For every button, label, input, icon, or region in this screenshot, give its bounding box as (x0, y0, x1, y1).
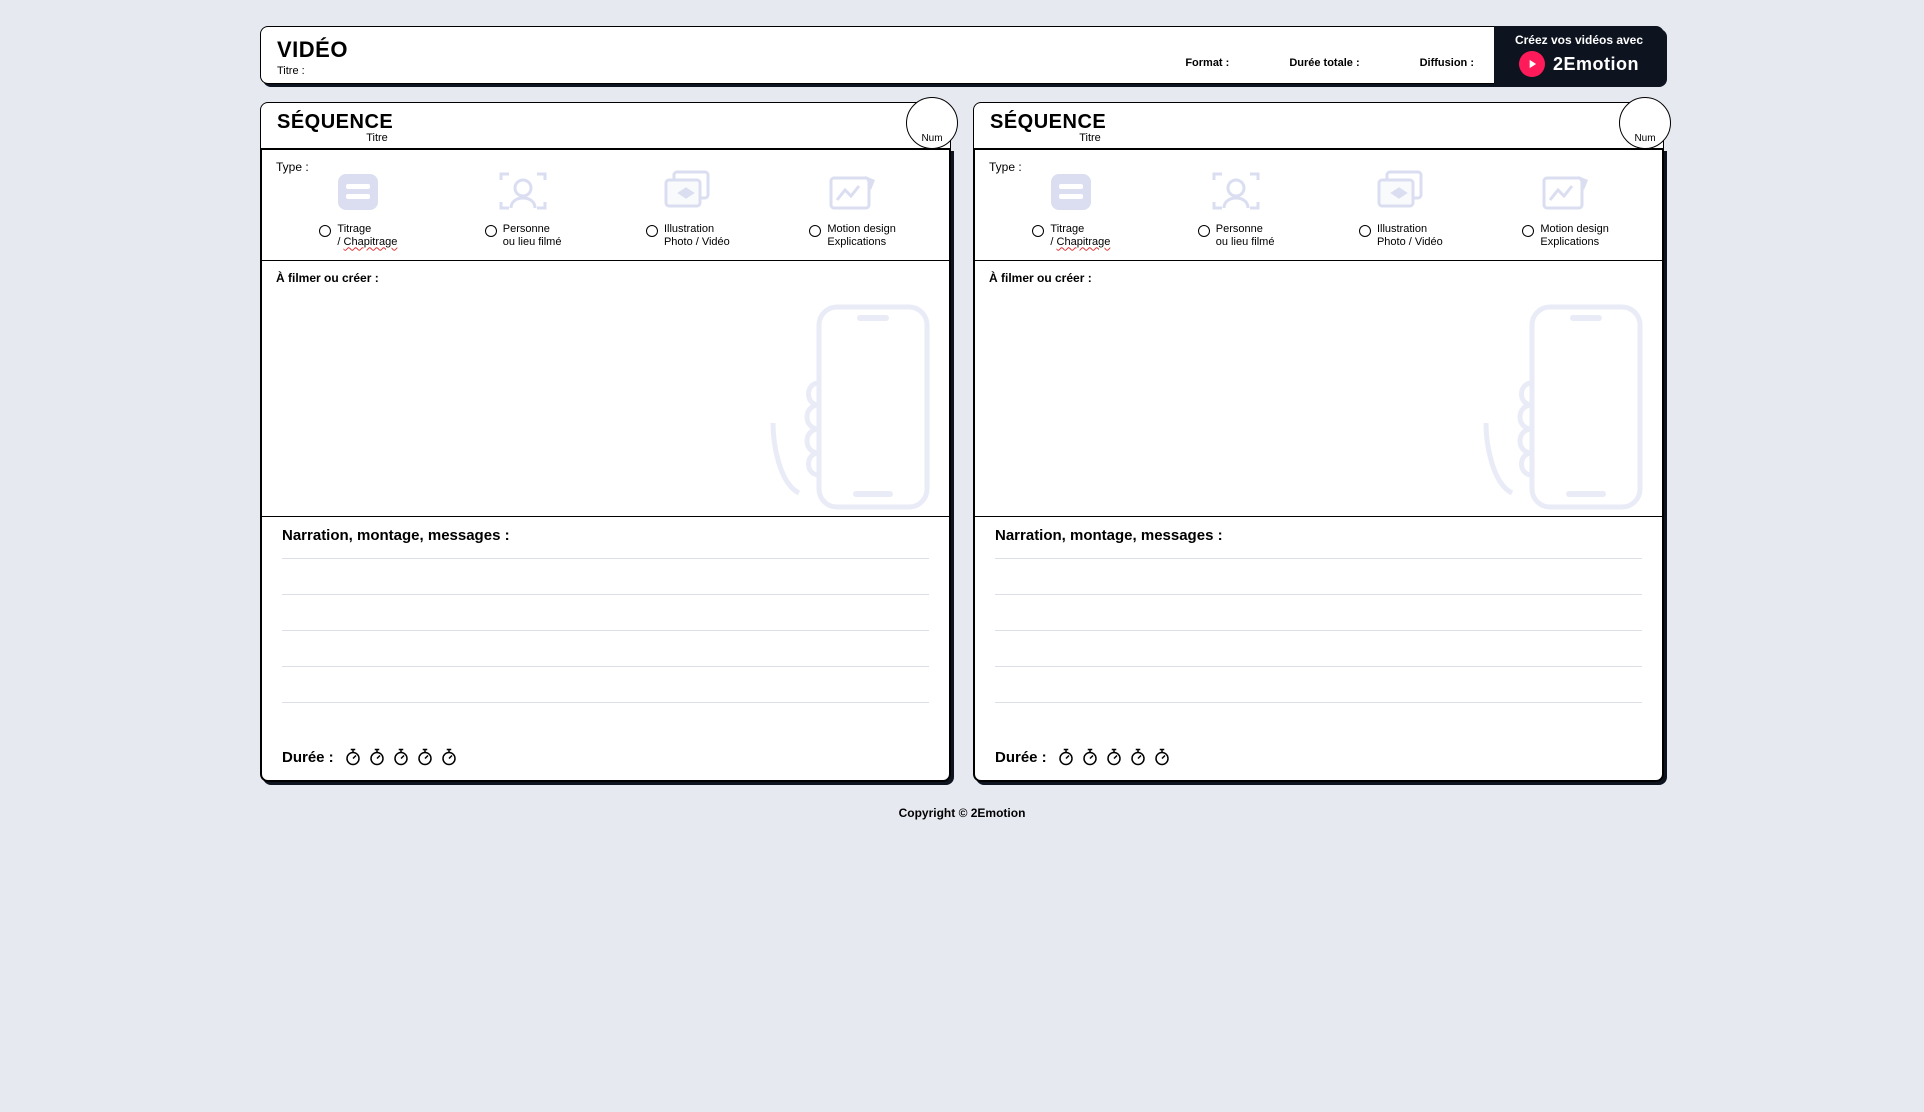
timer-icon (1129, 748, 1147, 766)
sequence-heading: SÉQUENCE (990, 111, 1647, 134)
header-row: VIDÉO Titre : Format : Durée totale : Di… (260, 26, 1664, 84)
sequence-body: Type : Titrage / Chapitrage (260, 148, 951, 782)
narration-area: Narration, montage, messages : (975, 516, 1662, 738)
film-area: À filmer ou créer : (262, 260, 949, 516)
illustration-icon (1373, 168, 1429, 219)
type-section: Type : Titrage / Chapitrage (975, 150, 1662, 260)
timer-icon (1153, 748, 1171, 766)
sequence-num-label: Num (921, 133, 942, 144)
personne-icon (497, 168, 549, 219)
duration-label: Durée : (282, 749, 334, 766)
titrage-icon (1047, 170, 1095, 219)
radio-illustration[interactable] (1359, 225, 1371, 237)
timer-icon (392, 748, 410, 766)
timer-icon (344, 748, 362, 766)
timer-icon (1105, 748, 1123, 766)
type-section: Type : Titrage / Chapitrage (262, 150, 949, 260)
motion-icon (827, 170, 879, 219)
type-option-label: Personne ou lieu filmé (503, 223, 562, 248)
narration-label: Narration, montage, messages : (282, 527, 929, 544)
timer-icon (368, 748, 386, 766)
type-option-label: Titrage / Chapitrage (1050, 223, 1110, 248)
type-option-illustration: Illustration Photo / Vidéo (1326, 168, 1476, 248)
phone-hand-icon (769, 303, 939, 516)
type-option-label: Titrage / Chapitrage (337, 223, 397, 248)
video-header-card: VIDÉO Titre : Format : Durée totale : Di… (260, 26, 1494, 84)
brand-logo-icon (1519, 51, 1545, 77)
brand-tagline: Créez vos vidéos avec (1515, 33, 1643, 47)
sequence-num-label: Num (1634, 133, 1655, 144)
radio-personne[interactable] (485, 225, 497, 237)
phone-hand-icon (1482, 303, 1652, 516)
radio-titrage[interactable] (1032, 225, 1044, 237)
type-option-personne: Personne ou lieu filmé (448, 168, 598, 248)
sequence-card: SÉQUENCE Titre Num Type : (260, 102, 951, 782)
type-option-label: Illustration Photo / Vidéo (664, 223, 730, 248)
sequence-header: SÉQUENCE Titre Num (260, 102, 951, 148)
sequence-card: SÉQUENCE Titre Num Type : (973, 102, 1664, 782)
duration-row: Durée : (975, 738, 1662, 780)
sequence-num-badge: Num (906, 97, 958, 149)
type-option-motion: Motion design Explications (778, 170, 928, 248)
brand-row: 2Emotion (1519, 51, 1639, 77)
timer-icons (344, 748, 458, 766)
video-meta: Format : Durée totale : Diffusion : (1185, 57, 1474, 69)
radio-illustration[interactable] (646, 225, 658, 237)
radio-motion[interactable] (809, 225, 821, 237)
sequence-num-badge: Num (1619, 97, 1671, 149)
brand-name: 2Emotion (1553, 54, 1639, 75)
sequence-header: SÉQUENCE Titre Num (973, 102, 1664, 148)
type-option-label: Personne ou lieu filmé (1216, 223, 1275, 248)
type-option-label: Illustration Photo / Vidéo (1377, 223, 1443, 248)
type-option-motion: Motion design Explications (1491, 170, 1641, 248)
sequence-heading: SÉQUENCE (277, 111, 934, 134)
duration-label: Durée : (995, 749, 1047, 766)
timer-icon (1057, 748, 1075, 766)
titrage-icon (334, 170, 382, 219)
page: VIDÉO Titre : Format : Durée totale : Di… (242, 26, 1682, 850)
duree-totale-label: Durée totale : (1289, 57, 1359, 69)
film-label: À filmer ou créer : (989, 271, 1648, 285)
type-option-illustration: Illustration Photo / Vidéo (613, 168, 763, 248)
brand-panel: Créez vos vidéos avec 2Emotion (1494, 26, 1664, 84)
illustration-icon (660, 168, 716, 219)
type-options: Titrage / Chapitrage (276, 168, 935, 248)
diffusion-label: Diffusion : (1420, 57, 1474, 69)
narration-lines (995, 558, 1642, 732)
type-options: Titrage / Chapitrage (989, 168, 1648, 248)
personne-icon (1210, 168, 1262, 219)
film-area: À filmer ou créer : (975, 260, 1662, 516)
type-option-label: Motion design Explications (1540, 223, 1609, 248)
narration-label: Narration, montage, messages : (995, 527, 1642, 544)
radio-titrage[interactable] (319, 225, 331, 237)
sequence-body: Type : Titrage / Chapitrage (973, 148, 1664, 782)
radio-motion[interactable] (1522, 225, 1534, 237)
footer-copyright: Copyright © 2Emotion (260, 806, 1664, 820)
narration-lines (282, 558, 929, 732)
motion-icon (1540, 170, 1592, 219)
timer-icon (416, 748, 434, 766)
type-option-titrage: Titrage / Chapitrage (996, 170, 1146, 248)
film-label: À filmer ou créer : (276, 271, 935, 285)
duration-row: Durée : (262, 738, 949, 780)
type-option-personne: Personne ou lieu filmé (1161, 168, 1311, 248)
radio-personne[interactable] (1198, 225, 1210, 237)
narration-area: Narration, montage, messages : (262, 516, 949, 738)
type-option-titrage: Titrage / Chapitrage (283, 170, 433, 248)
timer-icon (440, 748, 458, 766)
sequences-row: SÉQUENCE Titre Num Type : (260, 102, 1664, 782)
type-option-label: Motion design Explications (827, 223, 896, 248)
timer-icons (1057, 748, 1171, 766)
timer-icon (1081, 748, 1099, 766)
format-label: Format : (1185, 57, 1229, 69)
